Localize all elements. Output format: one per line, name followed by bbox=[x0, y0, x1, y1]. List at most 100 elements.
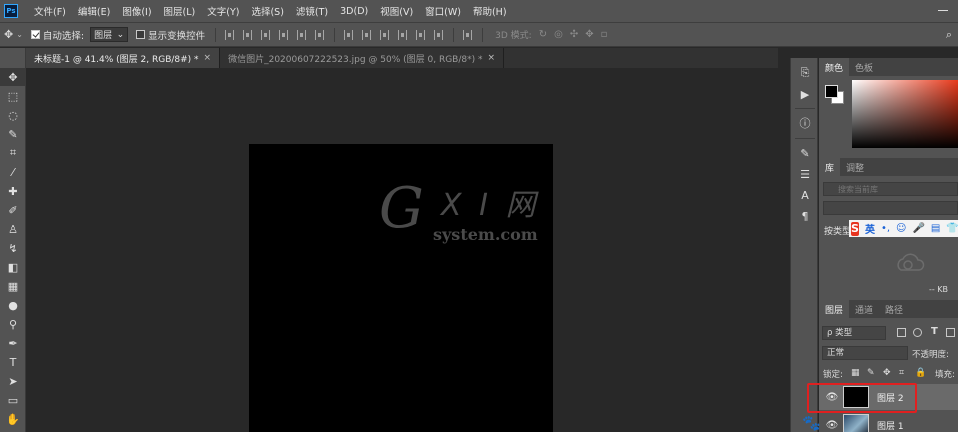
layer-filter-dropdown[interactable]: ρ 类型 bbox=[822, 326, 886, 340]
auto-align-icon[interactable] bbox=[463, 29, 473, 40]
close-icon[interactable]: × bbox=[488, 53, 496, 63]
separator bbox=[334, 27, 336, 42]
canvas-workspace[interactable] bbox=[26, 68, 778, 432]
pen-tool-icon[interactable]: ✒ bbox=[0, 334, 26, 352]
menu-edit[interactable]: 编辑(E) bbox=[72, 4, 116, 18]
blend-mode-dropdown[interactable]: 正常 bbox=[822, 346, 908, 360]
menu-select[interactable]: 选择(S) bbox=[245, 4, 289, 18]
menu-image[interactable]: 图像(I) bbox=[116, 4, 157, 18]
auto-select-target-dropdown[interactable]: 图层 ⌄ bbox=[90, 27, 129, 42]
menu-view[interactable]: 视图(V) bbox=[374, 4, 419, 18]
lock-artboard-icon[interactable]: ⌗ bbox=[899, 368, 904, 378]
eyedropper-tool-icon[interactable]: ⁄ bbox=[0, 163, 26, 181]
rectangle-tool-icon[interactable]: ▭ bbox=[0, 391, 26, 409]
distribute-right-icon[interactable] bbox=[434, 29, 444, 40]
tab-paths[interactable]: 路径 bbox=[879, 300, 909, 318]
library-search-input[interactable] bbox=[823, 182, 958, 196]
document-tab-wechat-image[interactable]: 微信图片_20200607222523.jpg @ 50% (图层 0, RGB… bbox=[220, 48, 505, 68]
foreground-color-swatch[interactable] bbox=[825, 85, 838, 98]
document-tab-untitled[interactable]: 未标题-1 @ 41.4% (图层 2, RGB/8#) * × bbox=[26, 48, 221, 68]
align-top-icon[interactable] bbox=[225, 29, 235, 40]
ime-punctuation-icon[interactable]: •, bbox=[881, 223, 890, 234]
history-brush-tool-icon[interactable]: ↯ bbox=[0, 239, 26, 257]
type-tool-icon[interactable]: T bbox=[0, 353, 26, 371]
healing-brush-tool-icon[interactable]: ✚ bbox=[0, 182, 26, 200]
tab-libraries[interactable]: 库 bbox=[819, 158, 841, 176]
path-selection-tool-icon[interactable]: ➤ bbox=[0, 372, 26, 390]
properties-panel-icon[interactable]: ☰ bbox=[791, 165, 819, 183]
close-icon[interactable]: × bbox=[204, 53, 212, 63]
paragraph-panel-icon[interactable]: ¶ bbox=[791, 207, 819, 225]
menu-filter[interactable]: 滤镜(T) bbox=[290, 4, 334, 18]
tab-layers[interactable]: 图层 bbox=[819, 300, 850, 318]
color-picker-field[interactable] bbox=[852, 80, 958, 148]
character-panel-icon[interactable]: A bbox=[791, 186, 819, 204]
menu-type[interactable]: 文字(Y) bbox=[201, 4, 245, 18]
info-panel-icon[interactable]: ⓘ bbox=[791, 114, 819, 132]
menu-help[interactable]: 帮助(H) bbox=[467, 4, 513, 18]
tool-preset-chevron-icon[interactable]: ⌄ bbox=[16, 30, 23, 39]
minimize-window-button[interactable] bbox=[938, 10, 948, 11]
ime-skin-icon[interactable]: 👕 bbox=[946, 223, 958, 234]
distribute-vcenter-icon[interactable] bbox=[362, 29, 372, 40]
eraser-tool-icon[interactable]: ◧ bbox=[0, 258, 26, 276]
menu-window[interactable]: 窗口(W) bbox=[419, 4, 467, 18]
ime-keyboard-icon[interactable]: ▤ bbox=[931, 223, 940, 234]
quick-select-tool-icon[interactable]: ✎ bbox=[0, 125, 26, 143]
actions-panel-icon[interactable]: ▶ bbox=[791, 85, 819, 103]
brush-tool-icon[interactable]: ✐ bbox=[0, 201, 26, 219]
lasso-tool-icon[interactable]: ◌ bbox=[0, 106, 26, 124]
visibility-eye-icon[interactable]: 👁 bbox=[823, 420, 841, 431]
distribute-left-icon[interactable] bbox=[398, 29, 408, 40]
marquee-tool-icon[interactable]: ⬚ bbox=[0, 87, 26, 105]
dodge-tool-icon[interactable]: ⚲ bbox=[0, 315, 26, 333]
menu-file[interactable]: 文件(F) bbox=[28, 4, 72, 18]
auto-select-checkbox[interactable] bbox=[30, 30, 40, 39]
show-transform-checkbox[interactable] bbox=[136, 30, 146, 39]
hand-tool-icon[interactable]: ✋ bbox=[0, 410, 26, 428]
library-select-dropdown[interactable] bbox=[823, 201, 958, 215]
3d-roll-icon[interactable]: ◎ bbox=[554, 29, 563, 40]
crop-tool-icon[interactable]: ⌗ bbox=[0, 144, 26, 162]
tab-color[interactable]: 颜色 bbox=[819, 58, 850, 76]
menu-3d[interactable]: 3D(D) bbox=[334, 6, 374, 17]
clone-stamp-tool-icon[interactable]: ♙ bbox=[0, 220, 26, 238]
filter-adjustment-icon[interactable] bbox=[913, 328, 922, 337]
lock-all-icon[interactable]: 🔒 bbox=[915, 368, 926, 378]
filter-pixel-icon[interactable] bbox=[897, 328, 906, 337]
3d-pan-icon[interactable]: ✣ bbox=[570, 29, 578, 40]
history-panel-icon[interactable]: ⎘ bbox=[791, 64, 819, 82]
align-right-icon[interactable] bbox=[315, 29, 325, 40]
distribute-bottom-icon[interactable] bbox=[380, 29, 390, 40]
layer-row-1[interactable]: 👁 图层 1 bbox=[819, 412, 958, 432]
filter-type-icon[interactable]: T bbox=[931, 326, 938, 337]
align-hcenter-icon[interactable] bbox=[297, 29, 307, 40]
lock-position-icon[interactable]: ✥ bbox=[883, 368, 891, 378]
gradient-tool-icon[interactable]: ▦ bbox=[0, 277, 26, 295]
align-left-icon[interactable] bbox=[279, 29, 289, 40]
tab-channels[interactable]: 通道 bbox=[849, 300, 879, 318]
brush-settings-icon[interactable]: ✎ bbox=[791, 144, 819, 162]
lock-image-icon[interactable]: ✎ bbox=[867, 368, 875, 378]
menu-layer[interactable]: 图层(L) bbox=[158, 4, 202, 18]
search-icon[interactable]: ⌕ bbox=[946, 28, 952, 42]
distribute-hcenter-icon[interactable] bbox=[416, 29, 426, 40]
filter-shape-icon[interactable] bbox=[946, 328, 955, 337]
browse-by-type-label[interactable]: 按类型 bbox=[824, 224, 851, 237]
move-tool-icon[interactable]: ✥ bbox=[0, 68, 26, 86]
align-vcenter-icon[interactable] bbox=[243, 29, 253, 40]
move-tool-icon[interactable]: ✥ bbox=[4, 28, 13, 41]
3d-slide-icon[interactable]: ✥ bbox=[585, 29, 593, 40]
3d-scale-icon[interactable]: ▫ bbox=[601, 29, 608, 40]
3d-orbit-icon[interactable]: ↻ bbox=[539, 29, 547, 40]
align-bottom-icon[interactable] bbox=[261, 29, 271, 40]
lock-transparent-icon[interactable]: ▦ bbox=[851, 368, 860, 378]
tab-adjustments[interactable]: 调整 bbox=[840, 158, 870, 176]
ime-emoji-icon[interactable]: ☺ bbox=[896, 223, 906, 234]
blur-tool-icon[interactable]: ● bbox=[0, 296, 26, 314]
ime-language-toggle[interactable]: 英 bbox=[865, 221, 875, 236]
tab-swatches[interactable]: 色板 bbox=[849, 58, 879, 76]
distribute-top-icon[interactable] bbox=[344, 29, 354, 40]
ime-voice-icon[interactable]: 🎤 bbox=[912, 223, 924, 234]
sogou-logo-icon[interactable]: S bbox=[851, 221, 859, 236]
